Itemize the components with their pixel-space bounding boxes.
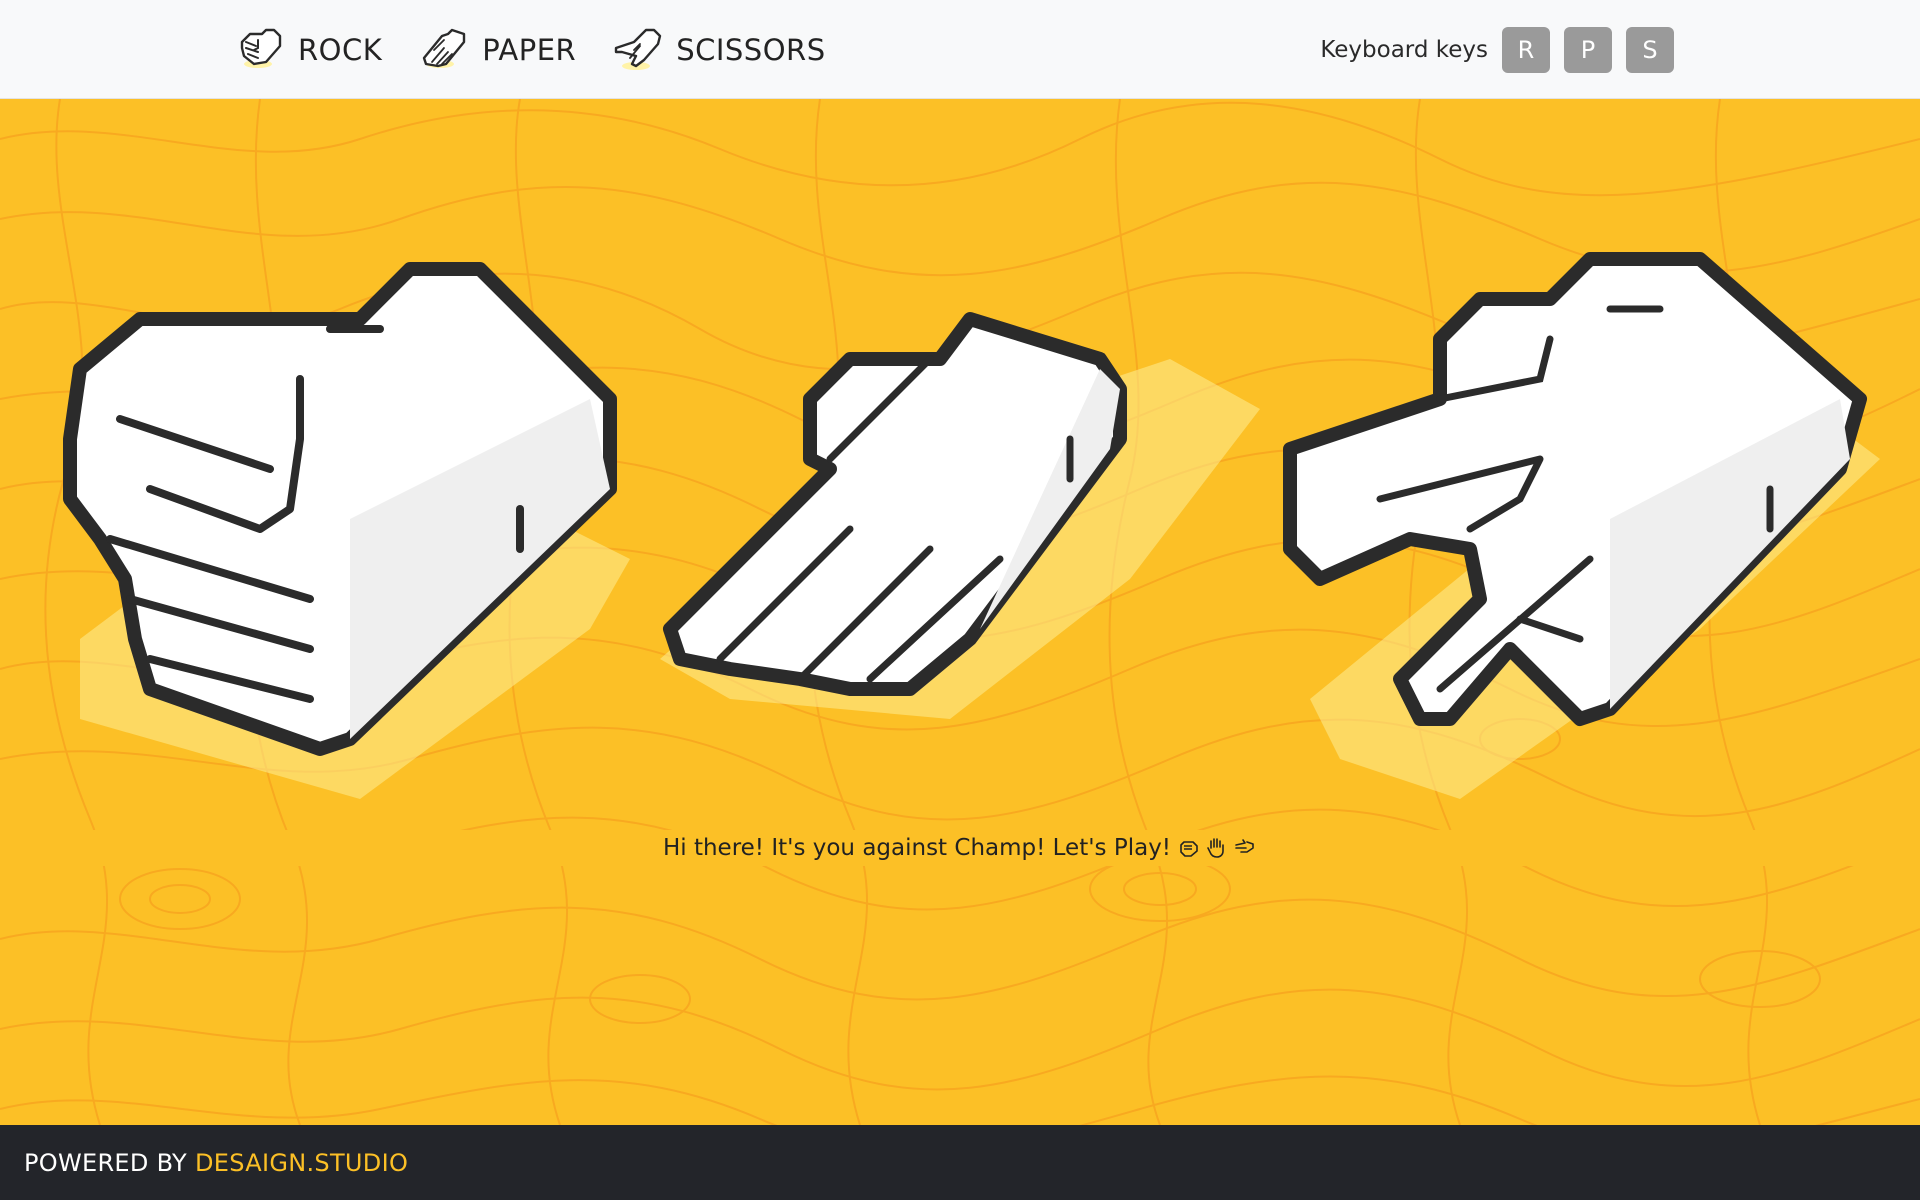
keyboard-keys-label: Keyboard keys [1320,36,1488,63]
key-p[interactable]: P [1564,26,1612,73]
fist-emoji-icon [1180,841,1198,857]
keyboard-keys: Keyboard keys R P S [1320,0,1674,99]
footer-brand-link[interactable]: DESAIGN.STUDIO [195,1149,408,1177]
nav-rock[interactable]: ROCK [236,26,382,74]
scissors-hand-icon [614,28,662,70]
rock-hand-icon [63,262,630,799]
message-bar: Hi there! It's you against Champ! Let's … [0,830,1920,866]
scissors-hand-button[interactable] [1280,159,1890,799]
nav-paper-label: PAPER [482,32,577,67]
hands-row [0,99,1920,849]
key-r[interactable]: R [1502,26,1550,73]
victory-hand-emoji-icon [1235,839,1254,853]
status-message: Hi there! It's you against Champ! Let's … [662,835,1172,861]
footer-powered-by: POWERED BY [24,1148,188,1177]
paper-hand-button[interactable] [650,159,1270,759]
key-s[interactable]: S [1626,26,1674,73]
nav-scissors-label: SCISSORS [676,32,826,67]
message-icons [1177,836,1257,860]
paper-hand-icon [660,312,1260,719]
choice-nav: ROCK PAPER SCISSORS [236,0,826,99]
paper-hand-icon [423,28,466,68]
scissors-hand-icon [1283,252,1880,799]
nav-scissors[interactable]: SCISSORS [614,26,825,74]
footer: POWERED BY DESAIGN.STUDIO [0,1125,1920,1200]
nav-paper[interactable]: PAPER [420,26,576,74]
rock-hand-button[interactable] [30,159,640,799]
play-area: Hi there! It's you against Champ! Let's … [0,99,1920,1125]
rock-hand-icon [240,28,282,68]
top-navbar: ROCK PAPER SCISSORS Keyboard keys R P S [0,0,1920,99]
raised-hand-emoji-icon [1207,838,1224,858]
nav-rock-label: ROCK [298,32,383,67]
